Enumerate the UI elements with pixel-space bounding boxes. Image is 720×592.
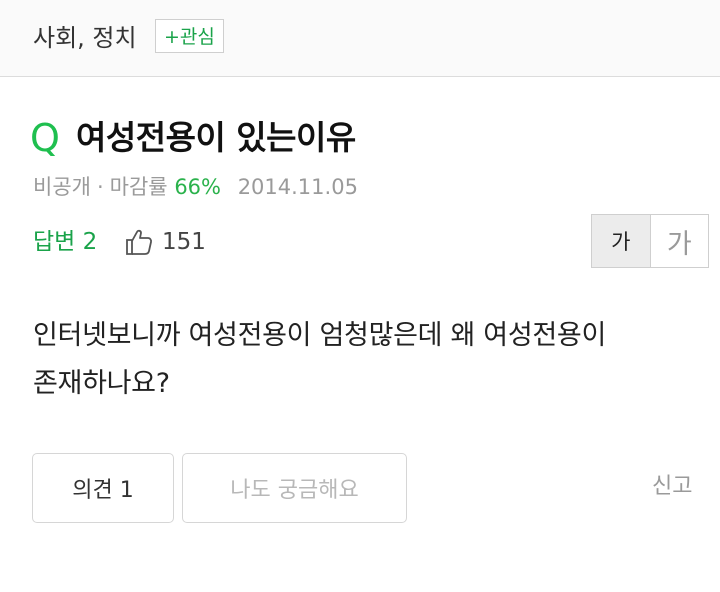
category-label[interactable]: 사회, 정치 <box>33 20 137 56</box>
question-title: 여성전용이 있는이유 <box>76 118 356 157</box>
thumbs-up-icon <box>126 229 152 255</box>
category-bar: 사회, 정치 +관심 <box>0 0 720 77</box>
question-meta: 비공개 · 마감률 66% 2014.11.05 <box>33 172 358 202</box>
question-body-line: 인터넷보니까 여성전용이 엄청많은데 왜 여성전용이 <box>33 320 607 351</box>
question-body-line: 존재하나요? <box>33 368 170 399</box>
font-large-button[interactable]: 가 <box>650 215 708 267</box>
meta-separator: · <box>96 175 104 199</box>
like-button[interactable]: 151 <box>124 226 206 258</box>
font-size-toggle: 가 가 <box>591 214 709 268</box>
me-too-curious-button[interactable]: 나도 궁금해요 <box>182 453 407 523</box>
question-date: 2014.11.05 <box>237 175 358 199</box>
deadline-label: 마감률 <box>109 175 168 199</box>
font-small-button[interactable]: 가 <box>592 215 651 267</box>
visibility-label: 비공개 <box>33 175 91 199</box>
add-interest-button[interactable]: +관심 <box>155 19 224 53</box>
answer-count-link[interactable]: 답변 2 <box>33 226 97 258</box>
question-mark-icon: Q <box>30 116 60 160</box>
like-count: 151 <box>162 229 206 255</box>
question-body: 인터넷보니까 여성전용이 엄청많은데 왜 여성전용이 존재하나요? <box>33 312 713 408</box>
opinion-button[interactable]: 의견 1 <box>32 453 174 523</box>
report-link[interactable]: 신고 <box>652 470 692 504</box>
deadline-rate: 66% <box>174 175 221 199</box>
